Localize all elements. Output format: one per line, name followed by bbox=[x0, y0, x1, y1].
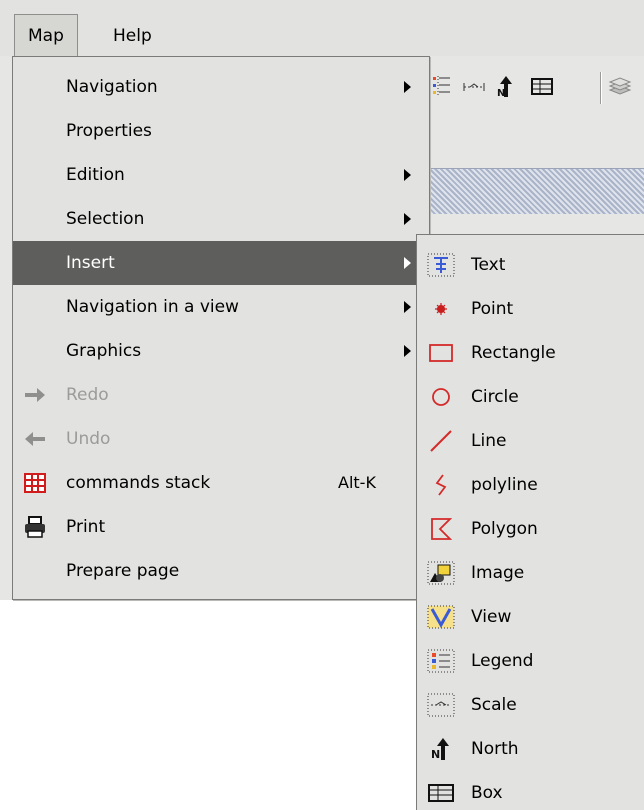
submenu-arrow-icon bbox=[404, 213, 411, 225]
circle-icon bbox=[427, 385, 455, 409]
north-icon: N bbox=[427, 737, 455, 761]
submenu-item-text[interactable]: Text bbox=[417, 243, 644, 287]
submenu-arrow-icon bbox=[404, 169, 411, 181]
submenu-item-label: Polygon bbox=[471, 519, 538, 539]
menu-item-navigation-in-a-view[interactable]: Navigation in a view bbox=[13, 285, 429, 329]
image-icon bbox=[427, 561, 455, 585]
submenu-item-north[interactable]: N North bbox=[417, 727, 644, 771]
menu-help[interactable]: Help bbox=[100, 14, 165, 58]
menu-item-prepare-page[interactable]: Prepare page bbox=[13, 549, 429, 593]
toolbar-separator bbox=[600, 72, 602, 104]
polygon-icon bbox=[427, 517, 455, 541]
menu-item-commands-stack[interactable]: commands stack Alt-K bbox=[13, 461, 429, 505]
menu-item-graphics[interactable]: Graphics bbox=[13, 329, 429, 373]
submenu-item-polyline[interactable]: polyline bbox=[417, 463, 644, 507]
menu-item-insert[interactable]: Insert bbox=[13, 241, 429, 285]
rectangle-icon bbox=[427, 341, 455, 365]
legend-icon bbox=[427, 649, 455, 673]
polyline-icon bbox=[427, 473, 455, 497]
svg-text:N: N bbox=[497, 88, 505, 99]
map-menu: Navigation Properties Edition Selection … bbox=[12, 56, 430, 600]
menu-item-shortcut: Alt-K bbox=[338, 473, 376, 492]
menu-item-navigation[interactable]: Navigation bbox=[13, 65, 429, 109]
box-icon bbox=[427, 781, 455, 805]
menu-item-redo[interactable]: Redo bbox=[13, 373, 429, 417]
submenu-item-label: View bbox=[471, 607, 512, 627]
point-icon bbox=[427, 297, 455, 321]
canvas-area bbox=[0, 600, 416, 810]
menu-item-label: commands stack bbox=[66, 473, 211, 493]
menu-item-print[interactable]: Print bbox=[13, 505, 429, 549]
arrow-left-icon bbox=[23, 428, 47, 450]
submenu-item-rectangle[interactable]: Rectangle bbox=[417, 331, 644, 375]
menu-map[interactable]: Map bbox=[14, 14, 78, 58]
menu-item-label: Edition bbox=[66, 165, 125, 185]
menu-bar: Map Help bbox=[0, 0, 644, 58]
map-frame-strip bbox=[428, 168, 644, 214]
menu-item-label: Navigation bbox=[66, 77, 158, 97]
submenu-item-label: Box bbox=[471, 783, 503, 803]
submenu-item-polygon[interactable]: Polygon bbox=[417, 507, 644, 551]
submenu-item-legend[interactable]: Legend bbox=[417, 639, 644, 683]
menu-item-label: Graphics bbox=[66, 341, 142, 361]
submenu-item-label: Legend bbox=[471, 651, 534, 671]
menu-item-label: Properties bbox=[66, 121, 152, 141]
menu-item-label: Navigation in a view bbox=[66, 297, 239, 317]
submenu-item-scale[interactable]: Scale bbox=[417, 683, 644, 727]
legend-icon[interactable] bbox=[430, 74, 454, 100]
text-icon bbox=[427, 253, 455, 277]
scale-icon bbox=[427, 693, 455, 717]
submenu-item-circle[interactable]: Circle bbox=[417, 375, 644, 419]
box-icon[interactable] bbox=[530, 74, 554, 100]
submenu-arrow-icon bbox=[404, 81, 411, 93]
menu-item-selection[interactable]: Selection bbox=[13, 197, 429, 241]
submenu-item-label: Circle bbox=[471, 387, 519, 407]
submenu-arrow-icon bbox=[404, 345, 411, 357]
submenu-item-label: Point bbox=[471, 299, 514, 319]
submenu-item-label: Line bbox=[471, 431, 507, 451]
printer-icon bbox=[23, 516, 47, 538]
submenu-arrow-icon bbox=[404, 301, 411, 313]
command-stack-icon bbox=[23, 472, 47, 494]
submenu-item-point[interactable]: Point bbox=[417, 287, 644, 331]
submenu-item-label: Rectangle bbox=[471, 343, 556, 363]
menu-item-label: Redo bbox=[66, 385, 109, 405]
line-icon bbox=[427, 429, 455, 453]
submenu-item-label: Text bbox=[471, 255, 506, 275]
svg-text:N: N bbox=[431, 748, 440, 761]
menu-item-undo[interactable]: Undo bbox=[13, 417, 429, 461]
menu-item-label: Undo bbox=[66, 429, 111, 449]
toolbar: N bbox=[428, 64, 644, 112]
menu-item-edition[interactable]: Edition bbox=[13, 153, 429, 197]
submenu-item-image[interactable]: Image bbox=[417, 551, 644, 595]
submenu-item-label: Scale bbox=[471, 695, 517, 715]
layers-icon[interactable] bbox=[608, 74, 632, 100]
submenu-item-line[interactable]: Line bbox=[417, 419, 644, 463]
arrow-right-icon bbox=[23, 384, 47, 406]
menu-item-label: Selection bbox=[66, 209, 145, 229]
submenu-item-view[interactable]: View bbox=[417, 595, 644, 639]
submenu-item-label: North bbox=[471, 739, 519, 759]
submenu-item-label: Image bbox=[471, 563, 525, 583]
menu-item-label: Insert bbox=[66, 253, 115, 273]
menu-item-label: Print bbox=[66, 517, 106, 537]
menu-item-label: Prepare page bbox=[66, 561, 180, 581]
submenu-item-label: polyline bbox=[471, 475, 538, 495]
insert-submenu: Text Point Rectangle Circle Line polylin bbox=[416, 234, 644, 810]
north-icon[interactable]: N bbox=[494, 74, 518, 100]
scale-icon[interactable] bbox=[462, 74, 486, 100]
menu-item-properties[interactable]: Properties bbox=[13, 109, 429, 153]
view-icon bbox=[427, 605, 455, 629]
submenu-item-box[interactable]: Box bbox=[417, 771, 644, 810]
submenu-arrow-icon bbox=[404, 257, 411, 269]
